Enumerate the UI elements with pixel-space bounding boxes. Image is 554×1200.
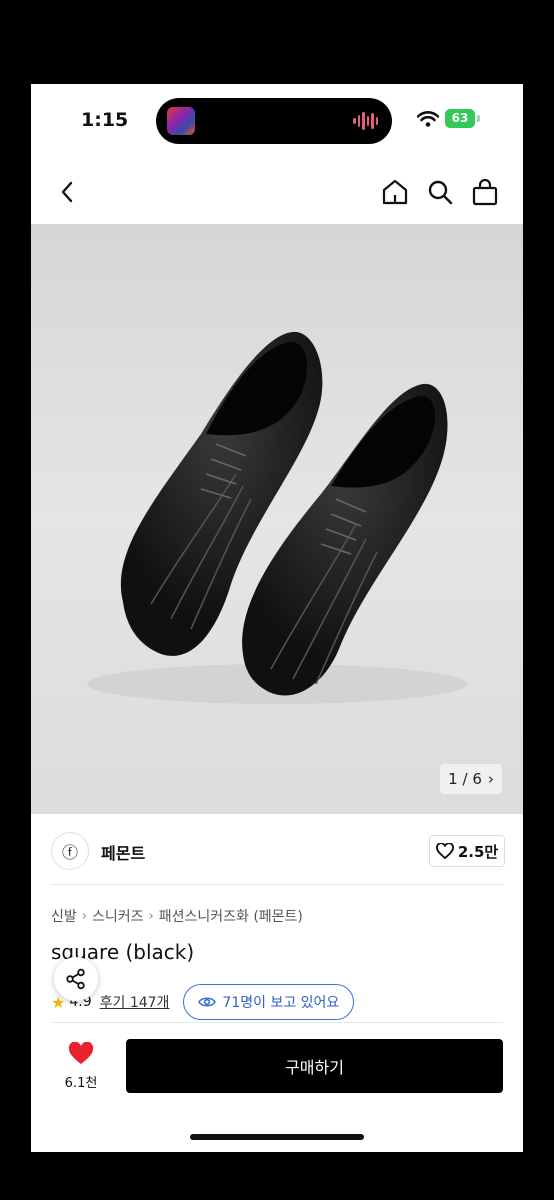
product-image-gallery[interactable]: 1 / 6 › <box>31 224 523 814</box>
buy-button[interactable]: 구매하기 <box>126 1039 503 1093</box>
search-button[interactable] <box>424 176 456 208</box>
battery-indicator: 63 <box>445 109 475 128</box>
page-total: 6 <box>472 770 482 788</box>
viewers-text: 71명이 보고 있어요 <box>222 995 340 1011</box>
breadcrumb-fashion-sneakers[interactable]: 패션스니커즈화 (페몬트) <box>159 906 303 926</box>
home-icon <box>382 179 408 205</box>
brand-row: ⓕ 페몬트 2.5만 <box>31 826 523 884</box>
back-button[interactable] <box>51 176 83 208</box>
heart-outline-icon <box>435 843 454 859</box>
search-icon <box>428 180 453 205</box>
battery-tip <box>477 115 480 122</box>
product-image-shoes <box>87 331 467 704</box>
rating-row: ★ 4.9 후기 147개 71명이 보고 있어요 <box>51 984 355 1020</box>
status-time: 1:15 <box>81 109 129 131</box>
shopping-bag-icon <box>472 178 498 206</box>
eye-icon <box>198 997 217 1007</box>
now-playing-app-icon <box>167 107 195 135</box>
brand-like-count: 2.5만 <box>457 842 499 861</box>
home-indicator[interactable] <box>190 1134 364 1140</box>
chevron-left-icon <box>61 181 73 203</box>
status-bar: 1:15 63 <box>31 84 523 154</box>
page-current: 1 <box>448 770 458 788</box>
brand-like-button[interactable]: 2.5만 <box>429 835 505 867</box>
breadcrumb-shoes[interactable]: 신발 <box>51 906 77 926</box>
home-button[interactable] <box>379 176 411 208</box>
divider <box>51 1022 503 1023</box>
share-button[interactable] <box>54 957 98 1001</box>
divider <box>51 884 503 885</box>
breadcrumb-sneakers[interactable]: 스니커즈 <box>92 906 144 926</box>
app-screen: 1:15 63 1 / 6 › ⓕ 페몬트 2.5만 신발 › 스니커즈 › 패… <box>31 84 523 1152</box>
audio-wave-icon <box>353 111 378 131</box>
viewers-badge[interactable]: 71명이 보고 있어요 <box>183 984 355 1020</box>
brand-name[interactable]: 페몬트 <box>101 840 145 864</box>
page-separator: / <box>462 770 468 788</box>
brand-logo[interactable]: ⓕ <box>51 832 89 870</box>
dynamic-island[interactable] <box>156 98 392 144</box>
wifi-icon <box>416 111 440 131</box>
breadcrumb-separator: › <box>148 908 154 924</box>
share-icon <box>66 968 85 990</box>
image-page-indicator[interactable]: 1 / 6 › <box>440 764 502 794</box>
breadcrumb: 신발 › 스니커즈 › 패션스니커즈화 (페몬트) <box>51 906 303 926</box>
top-navigation <box>31 166 523 218</box>
reviews-link[interactable]: 후기 147개 <box>100 992 170 1012</box>
wishlist-button[interactable]: 6.1천 <box>53 1041 109 1094</box>
breadcrumb-separator: › <box>81 908 87 924</box>
chevron-right-icon: › <box>487 770 494 788</box>
wishlist-count: 6.1천 <box>64 1076 98 1091</box>
heart-filled-icon <box>68 1041 94 1064</box>
bottom-action-bar: 6.1천 구매하기 <box>31 1030 523 1110</box>
cart-button[interactable] <box>469 176 501 208</box>
